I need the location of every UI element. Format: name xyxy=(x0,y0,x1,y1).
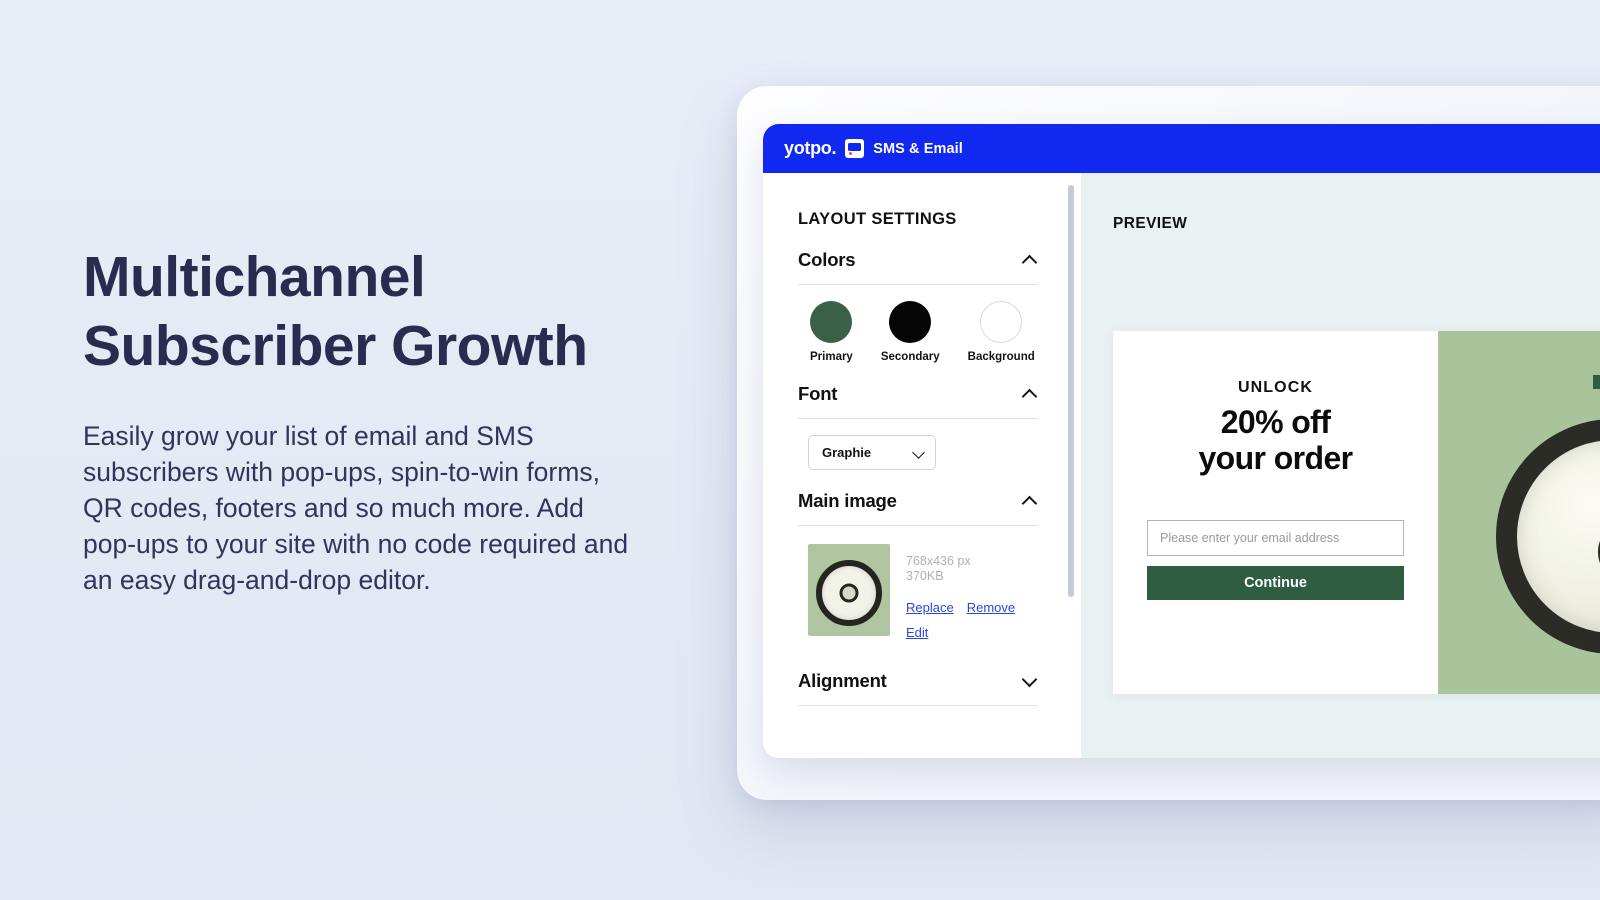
chevron-down-icon xyxy=(913,447,925,459)
page-root: Multichannel Subscriber Growth Easily gr… xyxy=(0,0,1600,900)
popup-image xyxy=(1438,331,1600,694)
image-accent-tag xyxy=(1593,375,1600,389)
swatch-primary-dot[interactable] xyxy=(810,301,853,343)
section-alignment-header[interactable]: Alignment xyxy=(798,670,1038,706)
replace-link[interactable]: Replace xyxy=(906,600,954,615)
swatch-primary[interactable]: Primary xyxy=(810,301,853,363)
swatch-secondary-dot[interactable] xyxy=(889,301,932,343)
window-body: LAYOUT SETTINGS Colors Primary Secondary… xyxy=(763,173,1600,758)
swatch-background-dot[interactable] xyxy=(980,301,1023,343)
product-name: SMS & Email xyxy=(873,140,963,157)
font-select[interactable]: Graphie xyxy=(808,435,936,470)
preview-title: PREVIEW xyxy=(1113,215,1188,232)
image-dimensions: 768x436 px xyxy=(906,554,971,568)
email-field-placeholder: Please enter your email address xyxy=(1160,531,1340,546)
section-font: Font Graphie xyxy=(798,383,1038,470)
settings-scrollbar-thumb[interactable] xyxy=(1068,185,1074,597)
swatch-secondary[interactable]: Secondary xyxy=(881,301,940,363)
email-field[interactable]: Please enter your email address xyxy=(1147,520,1404,557)
popup-disc-graphic xyxy=(1496,419,1600,654)
main-image-thumbnail[interactable] xyxy=(808,544,890,636)
section-alignment: Alignment xyxy=(798,670,1038,706)
continue-button[interactable]: Continue xyxy=(1147,566,1404,601)
marketing-copy: Multichannel Subscriber Growth Easily gr… xyxy=(83,243,663,598)
section-colors: Colors Primary Secondary Background xyxy=(798,249,1038,363)
chevron-up-icon[interactable] xyxy=(1023,494,1038,509)
image-action-row-2: Edit xyxy=(906,625,1015,640)
swatch-background[interactable]: Background xyxy=(968,301,1035,363)
main-image-block: 768x436 px 370KB Replace Remove Edit xyxy=(808,544,1038,640)
section-font-title: Font xyxy=(798,383,838,404)
chevron-up-icon[interactable] xyxy=(1023,253,1038,268)
popup-kicker: UNLOCK xyxy=(1237,379,1314,396)
swatch-primary-label: Primary xyxy=(810,351,853,363)
section-colors-header[interactable]: Colors xyxy=(798,249,1038,285)
image-filesize: 370KB xyxy=(906,569,944,584)
section-alignment-title: Alignment xyxy=(798,669,887,691)
brand-wordmark: yotpo. xyxy=(784,138,837,158)
main-image-meta: 768x436 px 370KB Replace Remove Edit xyxy=(906,544,1015,640)
preview-panel: PREVIEW UNLOCK 20% off your order Please… xyxy=(1081,173,1600,758)
app-window: yotpo. SMS & Email LAYOUT SETTINGS Color… xyxy=(763,124,1600,758)
popup-preview: UNLOCK 20% off your order Please enter y… xyxy=(1113,331,1600,694)
thumbnail-disc-hole xyxy=(839,583,859,603)
layout-settings-panel: LAYOUT SETTINGS Colors Primary Secondary… xyxy=(763,173,1081,758)
image-action-row: Replace Remove xyxy=(906,600,1015,615)
section-main-image-title: Main image xyxy=(798,490,897,511)
yotpo-mark-icon xyxy=(845,139,865,158)
remove-link[interactable]: Remove xyxy=(967,600,1015,615)
swatch-background-label: Background xyxy=(967,351,1035,363)
marketing-description: Easily grow your list of email and SMS s… xyxy=(83,420,629,596)
panel-title: LAYOUT SETTINGS xyxy=(798,210,957,228)
page-title: Multichannel Subscriber Growth xyxy=(83,245,588,378)
app-topbar: yotpo. SMS & Email xyxy=(763,124,1600,173)
section-colors-title: Colors xyxy=(798,249,856,270)
popup-content: UNLOCK 20% off your order Please enter y… xyxy=(1113,331,1438,694)
edit-link[interactable]: Edit xyxy=(906,625,928,640)
chevron-up-icon[interactable] xyxy=(1023,387,1038,402)
swatch-secondary-label: Secondary xyxy=(880,351,940,363)
settings-scrollbar[interactable] xyxy=(1068,185,1074,745)
popup-headline: 20% off your order xyxy=(1198,404,1353,476)
color-swatch-row: Primary Secondary Background xyxy=(798,301,1038,363)
section-main-image-header[interactable]: Main image xyxy=(798,490,1038,526)
section-main-image: Main image 768x436 px 370KB Replace Remo… xyxy=(798,490,1038,640)
section-font-header[interactable]: Font xyxy=(798,383,1038,419)
font-select-value: Graphie xyxy=(822,445,872,460)
chevron-down-icon[interactable] xyxy=(1023,673,1038,688)
